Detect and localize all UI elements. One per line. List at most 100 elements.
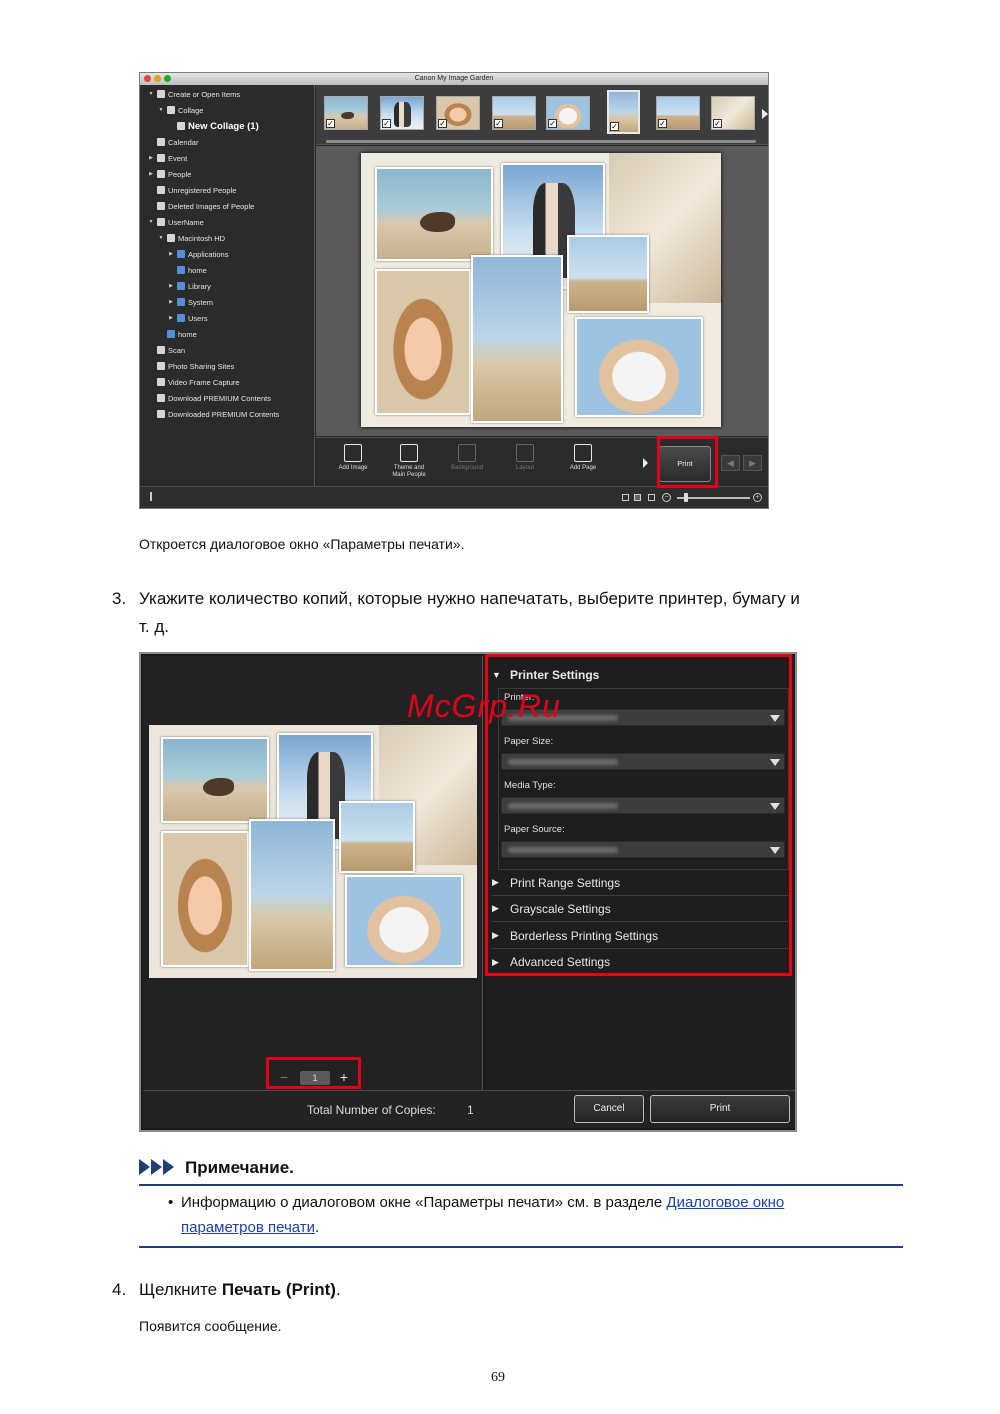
minimize-window-icon[interactable]: [154, 75, 161, 82]
checkbox-checked-icon[interactable]: ✓: [713, 119, 722, 128]
close-window-icon[interactable]: [144, 75, 151, 82]
collage-photo-beach[interactable]: [567, 235, 649, 313]
sidebar-item[interactable]: home: [158, 328, 197, 340]
sidebar-item[interactable]: Download PREMIUM Contents: [148, 392, 271, 404]
disclosure-collapsed-icon[interactable]: ▶: [168, 299, 174, 305]
background-button[interactable]: Background: [442, 444, 492, 484]
calendar-icon: [157, 138, 165, 146]
step-number-4: 4.: [112, 1280, 127, 1299]
sidebar-item[interactable]: ▼ Collage: [158, 104, 204, 116]
toolbar-expand-arrow-icon[interactable]: [643, 458, 648, 468]
sidebar-item[interactable]: ▶ Library: [168, 280, 211, 292]
copies-stepper-highlight: [266, 1057, 361, 1089]
strip-next-arrow-icon[interactable]: [762, 109, 768, 119]
sidebar-item[interactable]: Calendar: [148, 136, 198, 148]
zoom-in-icon[interactable]: +: [753, 493, 762, 502]
folder-icon: [177, 266, 185, 274]
total-copies-label: Total Number of Copies:: [307, 1103, 436, 1117]
add-page-button[interactable]: Add Page: [558, 444, 608, 484]
collage-photo-girl[interactable]: [375, 269, 471, 415]
sidebar-item[interactable]: ▼ Macintosh HD: [158, 232, 226, 244]
thumbnail-image[interactable]: ✓: [436, 96, 480, 130]
note-title: Примечание.: [185, 1158, 294, 1177]
add-image-button[interactable]: Add Image: [328, 444, 378, 484]
previous-page-icon[interactable]: ◀: [721, 455, 740, 471]
person-icon: [157, 186, 165, 194]
thumbnail-image-selected[interactable]: ✓: [607, 90, 640, 134]
sidebar-item[interactable]: ▼ UserName: [148, 216, 204, 228]
thumbnail-image[interactable]: ✓: [492, 96, 536, 130]
collage-photo-city[interactable]: [471, 255, 563, 423]
sidebar-item[interactable]: ▶ Users: [168, 312, 208, 324]
thumbnail-image[interactable]: ✓: [711, 96, 755, 130]
checkbox-checked-icon[interactable]: ✓: [382, 119, 391, 128]
zoom-out-icon[interactable]: −: [662, 493, 671, 502]
sidebar-item-label: Create or Open Items: [168, 89, 241, 99]
folder-icon: [167, 330, 175, 338]
checkbox-checked-icon[interactable]: ✓: [658, 119, 667, 128]
sidebar-item[interactable]: Video Frame Capture: [148, 376, 240, 388]
dialog-print-button[interactable]: Print: [650, 1095, 790, 1123]
disclosure-expanded-icon[interactable]: ▼: [148, 219, 154, 225]
sidebar-item[interactable]: Unregistered People: [148, 184, 236, 196]
thumbnail-image[interactable]: ✓: [324, 96, 368, 130]
checkbox-checked-icon[interactable]: ✓: [326, 119, 335, 128]
sidebar-item-label: Users: [188, 313, 208, 323]
note-arrows-icon: [139, 1159, 175, 1175]
zoom-window-icon[interactable]: [164, 75, 171, 82]
theme-main-people-button[interactable]: Theme and Main People: [384, 444, 434, 484]
thumbnail-image[interactable]: ✓: [546, 96, 590, 130]
sidebar-item[interactable]: Photo Sharing Sites: [148, 360, 234, 372]
sidebar-item-label: Unregistered People: [168, 185, 237, 195]
disclosure-collapsed-icon[interactable]: ▶: [168, 251, 174, 257]
dialog-link[interactable]: Диалоговое окно: [666, 1194, 784, 1211]
disclosure-collapsed-icon[interactable]: ▶: [168, 315, 174, 321]
disclosure-expanded-icon[interactable]: ▼: [158, 107, 164, 113]
disclosure-collapsed-icon[interactable]: ▶: [148, 171, 154, 177]
sidebar-item[interactable]: ▶ Event: [148, 152, 187, 164]
view-list-icon[interactable]: [634, 494, 641, 501]
step3-text-line1: Укажите количество копий, которые нужно …: [139, 589, 800, 608]
image-thumbnail-strip: ✓ ✓ ✓ ✓ ✓ ✓ ✓ ✓: [316, 85, 768, 145]
checkbox-checked-icon[interactable]: ✓: [548, 119, 557, 128]
sidebar-item-label: Event: [168, 153, 188, 163]
sidebar-item-label: home: [178, 329, 197, 339]
checkbox-checked-icon[interactable]: ✓: [438, 119, 447, 128]
note-text-line2: параметров печати.: [181, 1219, 320, 1236]
checkbox-checked-icon[interactable]: ✓: [494, 119, 503, 128]
checkbox-checked-icon[interactable]: ✓: [610, 122, 619, 131]
sidebar-item[interactable]: Scan: [148, 344, 185, 356]
cancel-button[interactable]: Cancel: [574, 1095, 644, 1123]
next-page-icon[interactable]: ▶: [743, 455, 762, 471]
thumbnail-image[interactable]: ✓: [380, 96, 424, 130]
sidebar-item[interactable]: ▶ System: [168, 296, 213, 308]
folder-icon: [177, 314, 185, 322]
sidebar-item[interactable]: Downloaded PREMIUM Contents: [148, 408, 279, 420]
note-text-line1: Информацию о диалоговом окне «Параметры …: [181, 1194, 785, 1211]
zoom-slider-handle[interactable]: [684, 493, 688, 502]
view-single-icon[interactable]: [622, 494, 629, 501]
sidebar-item[interactable]: ▼ Create or Open Items: [148, 88, 241, 100]
sidebar-item-label: Applications: [188, 249, 229, 259]
disclosure-expanded-icon[interactable]: ▼: [158, 235, 164, 241]
preview-photo-couple: [345, 875, 463, 967]
disclosure-collapsed-icon[interactable]: ▶: [168, 283, 174, 289]
step-number-3: 3.: [112, 589, 127, 608]
thumbnail-scrollbar[interactable]: [326, 140, 756, 143]
thumbnail-image[interactable]: ✓: [656, 96, 700, 130]
info-icon[interactable]: [150, 492, 152, 501]
sidebar-item[interactable]: Deleted Images of People: [148, 200, 254, 212]
disclosure-expanded-icon[interactable]: ▼: [148, 91, 154, 97]
sidebar-item[interactable]: New Collage (1): [168, 120, 259, 132]
collage-photo-seal[interactable]: [375, 167, 493, 261]
full-screen-icon[interactable]: [648, 494, 655, 501]
collage-photo-couple[interactable]: [575, 317, 703, 417]
window-controls[interactable]: [144, 75, 171, 82]
sidebar-item[interactable]: ▶ Applications: [168, 248, 228, 260]
collage-page[interactable]: [361, 153, 721, 427]
dialog-link-continued[interactable]: параметров печати: [181, 1219, 315, 1236]
layout-button[interactable]: Layout: [500, 444, 550, 484]
sidebar-item[interactable]: home: [168, 264, 207, 276]
sidebar-item[interactable]: ▶ People: [148, 168, 191, 180]
disclosure-collapsed-icon[interactable]: ▶: [148, 155, 154, 161]
